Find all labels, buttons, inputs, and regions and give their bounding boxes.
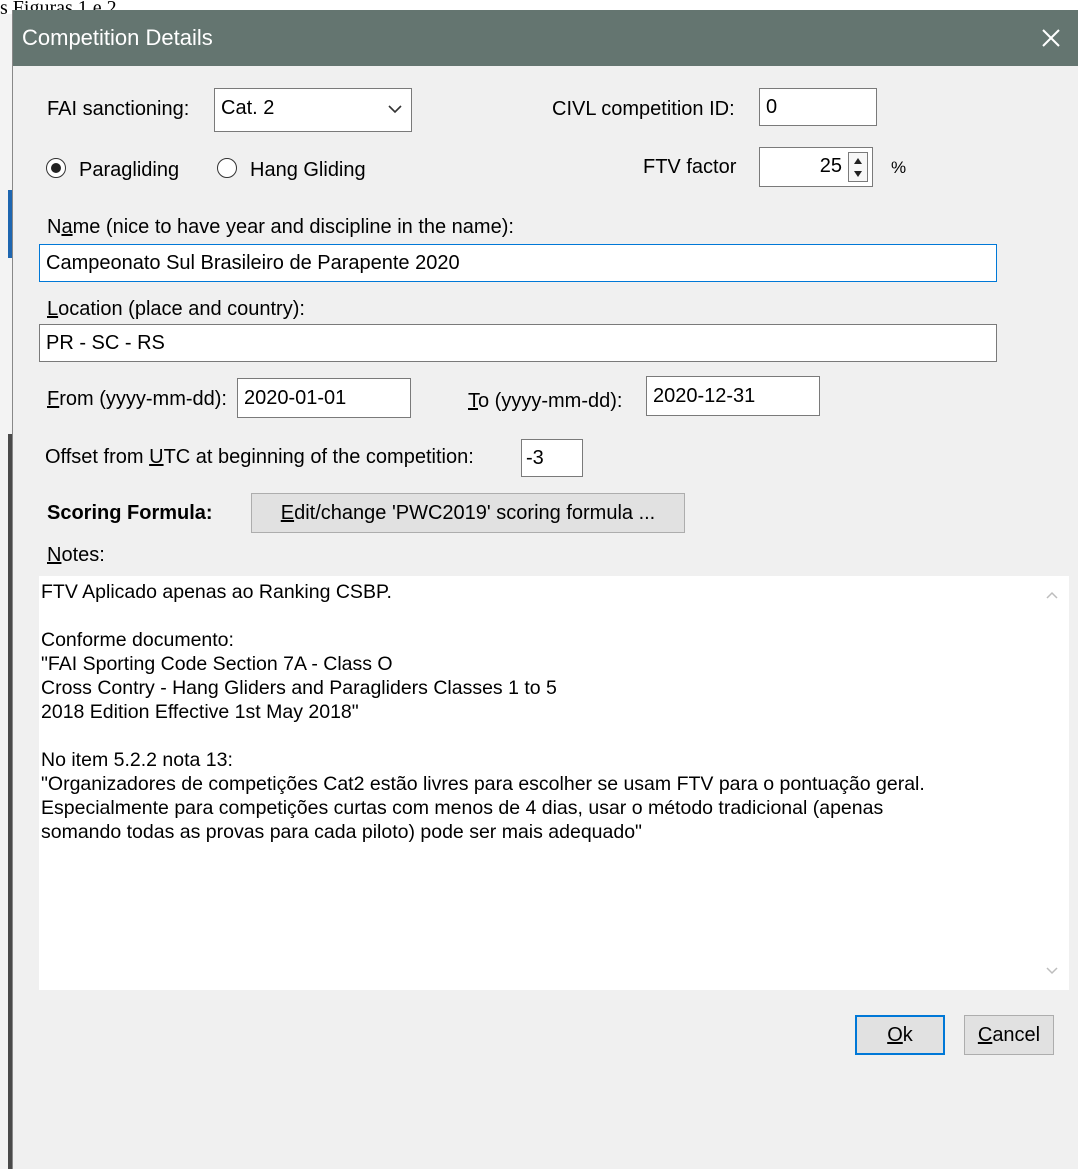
from-label-mnemonic: F: [47, 388, 60, 410]
chevron-down-icon: [388, 105, 402, 114]
paragliding-radio[interactable]: [46, 158, 66, 178]
notes-label-rest: otes:: [61, 544, 105, 566]
scoring-button-label: dit/change 'PWC2019' scoring formula ...: [294, 501, 656, 524]
notes-label: Notes:: [47, 544, 105, 567]
scroll-up-icon[interactable]: [1045, 590, 1059, 600]
offset-label-rest: TC at beginning of the competition:: [163, 446, 474, 468]
cancel-label: ancel: [992, 1023, 1041, 1046]
paragliding-label: Paragliding: [79, 159, 180, 181]
fai-sanctioning-value: Cat. 2: [221, 97, 275, 119]
notes-text: FTV Aplicado apenas ao Ranking CSBP. Con…: [41, 581, 925, 843]
civl-id-label: CIVL competition ID:: [552, 98, 735, 120]
ftv-factor-value: 25: [819, 155, 842, 177]
hang-gliding-label: Hang Gliding: [250, 159, 366, 181]
hang-gliding-radio[interactable]: [217, 158, 237, 178]
ok-mnemonic: O: [887, 1023, 903, 1046]
ftv-unit-label: %: [891, 158, 907, 177]
to-label-rest: o (yyyy-mm-dd):: [478, 390, 623, 412]
offset-label-start: Offset from: [45, 446, 150, 468]
ftv-factor-spinner[interactable]: 25: [759, 147, 873, 187]
name-label-start: N: [47, 216, 62, 238]
window-title: Competition Details: [22, 25, 213, 50]
scoring-formula-label: Scoring Formula:: [47, 502, 213, 524]
to-date-input[interactable]: [646, 376, 820, 416]
ok-button[interactable]: Ok: [855, 1015, 945, 1055]
scoring-button-mnemonic: E: [280, 501, 295, 524]
name-label-rest: me (nice to have year and discipline in …: [72, 216, 514, 238]
arrow-down-icon: [854, 171, 862, 177]
to-label-mnemonic: T: [468, 390, 478, 412]
background-window-edge: [0, 14, 12, 1169]
close-button[interactable]: [1023, 10, 1078, 66]
spinner-buttons[interactable]: [848, 152, 868, 182]
name-label: Name (nice to have year and discipline i…: [47, 216, 514, 239]
location-label-mnemonic: L: [47, 298, 59, 320]
notes-label-mnemonic: N: [47, 544, 62, 566]
from-date-label: From (yyyy-mm-dd):: [47, 388, 227, 411]
fai-sanctioning-label: FAI sanctioning:: [47, 98, 190, 120]
from-label-rest: rom (yyyy-mm-dd):: [59, 388, 227, 410]
notes-textarea[interactable]: FTV Aplicado apenas ao Ranking CSBP. Con…: [39, 576, 1069, 990]
edit-scoring-formula-button[interactable]: Edit/change 'PWC2019' scoring formula ..…: [251, 493, 685, 533]
utc-offset-label: Offset from UTC at beginning of the comp…: [45, 446, 474, 469]
arrow-up-icon: [854, 158, 862, 164]
civl-id-input[interactable]: [759, 88, 877, 126]
from-date-input[interactable]: [237, 378, 411, 418]
to-date-label: To (yyyy-mm-dd):: [468, 390, 622, 413]
close-icon: [1042, 29, 1060, 47]
cancel-button[interactable]: Cancel: [964, 1015, 1054, 1055]
location-label: Location (place and country):: [47, 298, 305, 321]
utc-offset-input[interactable]: [521, 439, 583, 477]
title-bar: Competition Details: [13, 10, 1078, 66]
ftv-factor-label: FTV factor: [643, 156, 737, 178]
location-input[interactable]: [39, 324, 997, 362]
cancel-mnemonic: C: [977, 1023, 993, 1046]
fai-sanctioning-select[interactable]: Cat. 2: [214, 88, 412, 132]
location-label-rest: ocation (place and country):: [58, 298, 305, 320]
name-label-mnemonic: a: [61, 216, 73, 238]
offset-label-mnemonic: U: [149, 446, 164, 468]
name-input[interactable]: [39, 244, 997, 282]
ok-label: k: [902, 1023, 913, 1046]
competition-details-dialog: Competition Details FAI sanctioning: Cat…: [12, 10, 1078, 1169]
scroll-down-icon[interactable]: [1045, 966, 1059, 976]
radio-selected-dot: [50, 162, 61, 173]
